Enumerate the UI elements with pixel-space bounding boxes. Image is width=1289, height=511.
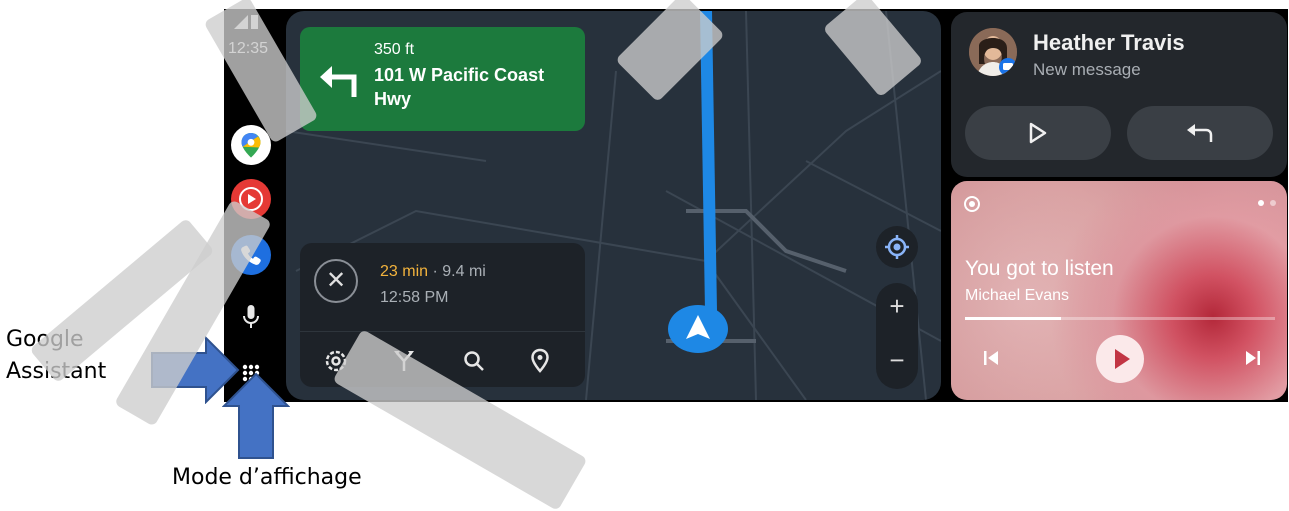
- arrow-up-annotation: [222, 372, 290, 459]
- youtube-music-icon[interactable]: [231, 179, 271, 219]
- turn-street: 101 W Pacific Coast Hwy: [374, 65, 545, 109]
- youtube-music-small-icon: [964, 196, 980, 212]
- avatar: [969, 28, 1017, 76]
- search-icon[interactable]: [454, 341, 494, 381]
- eta-minutes: 23 min: [380, 263, 429, 280]
- recenter-button[interactable]: [876, 226, 918, 268]
- zoom-controls: + −: [876, 283, 918, 389]
- zoom-in-button[interactable]: +: [876, 291, 918, 322]
- message-contact: Heather Travis: [1033, 30, 1185, 55]
- message-card[interactable]: Heather Travis New message: [951, 12, 1287, 177]
- navigation-map[interactable]: 350 ft 101 W Pacific Coast Hwy ✕ 23 min …: [286, 11, 941, 400]
- eta-card: ✕ 23 min · 9.4 mi 12:58 PM: [300, 243, 585, 387]
- settings-icon[interactable]: [316, 341, 356, 381]
- progress-fill: [965, 317, 1061, 320]
- end-navigation-button[interactable]: ✕: [314, 259, 358, 303]
- arrival-time: 12:58 PM: [380, 289, 449, 306]
- next-track-icon[interactable]: [1243, 347, 1263, 369]
- route-options-icon[interactable]: [384, 341, 424, 381]
- location-pin-icon[interactable]: [520, 341, 560, 381]
- track-title: You got to listen: [965, 257, 1114, 280]
- android-auto-screen: 12:35 350 ft 101 W Pacific Coast Hwy ✕ 2…: [224, 9, 1288, 402]
- media-card[interactable]: You got to listen Michael Evans: [951, 181, 1287, 400]
- maps-icon[interactable]: [231, 125, 271, 165]
- play-message-button[interactable]: [965, 106, 1111, 160]
- annotation-display-mode: Mode d’affichage: [172, 465, 362, 490]
- reply-icon: [1187, 124, 1213, 142]
- zoom-out-button[interactable]: −: [876, 345, 918, 376]
- play-icon: [1029, 122, 1047, 144]
- status-clock: 12:35: [228, 40, 269, 57]
- turn-distance: 350 ft: [374, 41, 415, 58]
- vehicle-position-icon: [668, 305, 728, 353]
- reply-button[interactable]: [1127, 106, 1273, 160]
- microphone-icon[interactable]: [231, 297, 271, 337]
- page-indicator-dots: [1258, 200, 1276, 206]
- eta-summary: 23 min · 9.4 mi: [380, 263, 486, 281]
- annotation-google-assistant: Google Assistant: [6, 327, 107, 384]
- previous-track-icon[interactable]: [981, 347, 1001, 369]
- signal-icon: [234, 15, 258, 29]
- play-pause-button[interactable]: [1096, 335, 1144, 383]
- message-subtitle: New message: [1033, 60, 1141, 79]
- play-icon: [1115, 349, 1130, 369]
- recenter-icon: [885, 235, 909, 259]
- turn-instruction-card[interactable]: 350 ft 101 W Pacific Coast Hwy: [300, 27, 585, 131]
- eta-distance: · 9.4 mi: [428, 263, 486, 280]
- messages-badge-icon: [999, 58, 1017, 76]
- route-line: [700, 11, 717, 312]
- track-artist: Michael Evans: [965, 287, 1070, 304]
- eta-divider: [300, 331, 585, 332]
- phone-icon[interactable]: [231, 235, 271, 275]
- turn-left-arrow-icon: [320, 66, 357, 97]
